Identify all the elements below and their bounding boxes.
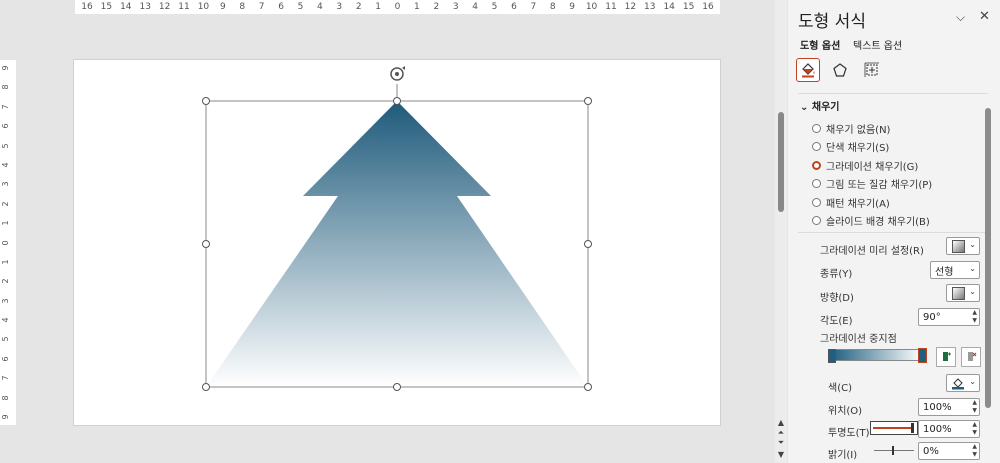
type-dropdown[interactable]: 선형 ⌄: [930, 261, 980, 279]
prev-slide-icon[interactable]: ⏶: [776, 428, 786, 438]
brightness-label: 밝기(I): [828, 450, 858, 461]
size-position-icon[interactable]: [860, 58, 884, 82]
scrollbar-thumb[interactable]: [778, 112, 784, 212]
angle-spinner[interactable]: 90° ▲ ▼: [918, 308, 980, 326]
fill-option-radio[interactable]: 그림 또는 질감 채우기(P): [812, 177, 932, 191]
transparency-slider[interactable]: [870, 421, 918, 435]
gradient-stop-handle[interactable]: [828, 349, 836, 363]
resize-handle[interactable]: [584, 240, 592, 248]
fill-option-label: 그림 또는 질감 채우기(P): [826, 180, 933, 191]
scroll-down-icon[interactable]: ▼: [776, 450, 786, 459]
spin-arrows-icon[interactable]: ▲ ▼: [972, 309, 977, 325]
fill-option-label: 단색 채우기(S): [826, 143, 890, 154]
resize-handle[interactable]: [202, 383, 210, 391]
paint-bucket-icon[interactable]: [796, 58, 820, 82]
resize-handle[interactable]: [584, 97, 592, 105]
slider-thumb[interactable]: [911, 423, 914, 433]
radio-icon[interactable]: [812, 142, 821, 151]
angle-label: 각도(E): [820, 316, 853, 327]
pentagon-icon[interactable]: [828, 58, 852, 82]
brightness-slider[interactable]: [874, 446, 914, 455]
fill-section-label: 채우기: [811, 102, 840, 113]
fill-option-radio[interactable]: 채우기 없음(N): [812, 121, 891, 136]
fill-option-label: 슬라이드 배경 채우기(B): [826, 217, 930, 228]
remove-gradient-stop-icon[interactable]: [961, 347, 981, 367]
resize-handle[interactable]: [202, 240, 210, 248]
editor-vertical-scrollbar[interactable]: ▲ ⏶ ⏷ ▼: [775, 0, 787, 463]
gradient-stop-handle-selected[interactable]: [918, 348, 927, 363]
gradient-direction-icon: [952, 286, 965, 300]
brightness-value: 0%: [923, 445, 939, 457]
spin-arrows-icon[interactable]: ▲ ▼: [972, 421, 977, 437]
fill-option-radio[interactable]: 단색 채우기(S): [812, 140, 889, 154]
gradient-stops-bar[interactable]: [830, 349, 923, 361]
resize-handle[interactable]: [393, 97, 401, 105]
radio-icon[interactable]: [812, 197, 821, 207]
chevron-down-icon: ⌄: [969, 377, 976, 386]
resize-handle[interactable]: [393, 383, 401, 391]
position-label: 위치(O): [828, 406, 863, 417]
brightness-spinner[interactable]: 0% ▲ ▼: [918, 442, 980, 460]
shape-layer: [202, 66, 592, 391]
radio-icon[interactable]: [812, 123, 821, 133]
slider-thumb[interactable]: [892, 446, 894, 455]
fill-option-radio[interactable]: 패턴 채우기(A): [812, 195, 890, 210]
position-value: 100%: [923, 401, 952, 413]
chevron-down-icon: ⌄: [969, 287, 976, 296]
resize-handle[interactable]: [202, 97, 210, 105]
fill-option-label: 패턴 채우기(A): [826, 198, 890, 210]
fill-section-header[interactable]: ⌄ 채우기: [800, 98, 839, 113]
chevron-down-icon: ⌄: [969, 240, 976, 249]
color-label: 색(C): [828, 383, 852, 394]
arrow-tree-shape[interactable]: [206, 101, 588, 387]
spin-arrows-icon[interactable]: ▲ ▼: [972, 443, 977, 459]
position-spinner[interactable]: 100% ▲ ▼: [918, 398, 980, 416]
format-shape-pane: 도형 서식 ⌵ ✕ 도형 옵션 텍스트 옵션 ⌄ 채우기 채우기 없음(N) 단색…: [788, 0, 1000, 463]
fill-option-radio[interactable]: 슬라이드 배경 채우기(B): [812, 214, 930, 228]
color-picker-button[interactable]: ⌄: [946, 374, 980, 392]
rotate-handle-icon[interactable]: [390, 66, 405, 81]
pane-title: 도형 서식: [798, 12, 866, 32]
tab-shape-options[interactable]: 도형 옵션: [800, 37, 840, 52]
direction-button[interactable]: ⌄: [946, 284, 980, 302]
spin-arrows-icon[interactable]: ▲ ▼: [972, 399, 977, 415]
fill-option-label: 그라데이션 채우기(G): [826, 161, 919, 173]
gradient-preset-label: 그라데이션 미리 설정(R): [820, 246, 924, 257]
scroll-up-icon[interactable]: ▲: [776, 418, 786, 427]
tab-text-options[interactable]: 텍스트 옵션: [853, 37, 902, 52]
chevron-down-icon: ⌄: [969, 264, 976, 273]
fill-option-label: 채우기 없음(N): [826, 124, 891, 136]
slide-editor: 16 15 14 13 12 11 10 9 8 7 6 5 4 3 2 1 0 1 2 3 4 5 6 7 8 9 10 11 12 1…: [0, 0, 773, 463]
pane-options-chevron-icon[interactable]: ⌵: [956, 10, 965, 25]
radio-icon[interactable]: [812, 216, 821, 225]
fill-color-icon: [952, 378, 964, 390]
transparency-spinner[interactable]: 100% ▲ ▼: [918, 420, 980, 438]
gradient-swatch-icon: [952, 239, 965, 253]
next-slide-icon[interactable]: ⏷: [776, 438, 786, 448]
radio-icon[interactable]: [812, 179, 821, 188]
resize-handle[interactable]: [584, 383, 592, 391]
pane-scrollbar-thumb[interactable]: [985, 108, 991, 408]
transparency-value: 100%: [923, 423, 952, 435]
radio-icon[interactable]: [812, 160, 821, 170]
type-label: 종류(Y): [820, 269, 853, 280]
type-value: 선형: [935, 266, 954, 278]
chevron-down-icon: ⌄: [800, 102, 809, 113]
angle-value: 90°: [923, 311, 941, 323]
gradient-stops-label: 그라데이션 중지점: [820, 334, 897, 345]
fill-option-radio[interactable]: 그라데이션 채우기(G): [812, 158, 919, 173]
close-icon[interactable]: ✕: [979, 9, 990, 24]
transparency-label: 투명도(T): [828, 428, 870, 439]
gradient-preset-button[interactable]: ⌄: [946, 237, 980, 255]
direction-label: 방향(D): [820, 293, 854, 304]
add-gradient-stop-icon[interactable]: [936, 347, 956, 367]
